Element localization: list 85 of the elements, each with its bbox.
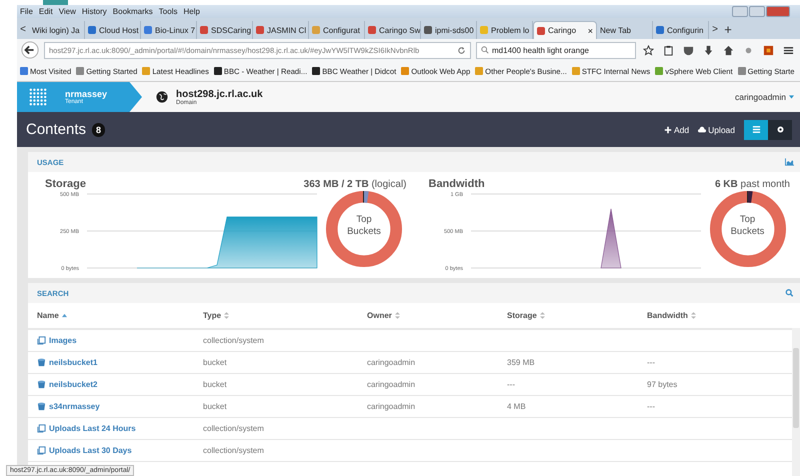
pocket-icon[interactable] <box>683 44 694 56</box>
table-cell-text: collection/system <box>203 446 265 455</box>
addon-icon[interactable] <box>763 44 774 56</box>
list-view-button[interactable] <box>744 120 768 140</box>
list-icon <box>752 125 760 134</box>
table-cell: 359 MB <box>507 358 535 367</box>
menu-item[interactable]: History <box>82 7 107 16</box>
item-link[interactable]: neilsbucket2 <box>37 380 203 389</box>
table-cell: --- <box>507 380 515 389</box>
sort-icon <box>224 312 230 319</box>
table-cell: --- <box>647 402 655 411</box>
settings-button[interactable] <box>768 120 792 140</box>
back-icon[interactable] <box>21 41 39 59</box>
item-link[interactable]: Uploads Last 30 Days <box>37 446 203 455</box>
menu-item[interactable]: File <box>20 7 33 16</box>
search-icon <box>481 46 489 54</box>
reload-icon[interactable] <box>457 46 466 54</box>
star-icon[interactable] <box>643 44 654 56</box>
table-cell-text: collection/system <box>203 336 265 345</box>
plus-icon <box>664 126 672 134</box>
table-cell-text: bucket <box>203 402 228 411</box>
home-icon[interactable] <box>723 44 734 56</box>
sort-ascending-icon <box>62 312 67 319</box>
browser-tab[interactable]: Caringo × <box>533 21 597 39</box>
menu-item[interactable]: Tools <box>158 7 178 16</box>
window-fragment <box>43 0 68 5</box>
menu-icon[interactable] <box>783 44 794 56</box>
add-button[interactable]: Add <box>664 124 690 134</box>
scroll-right-button[interactable]: > <box>709 21 721 39</box>
collection-icon <box>37 424 46 433</box>
bucket-icon <box>37 358 46 367</box>
donut-label: Top Buckets <box>730 214 766 239</box>
sort-icon <box>394 312 400 319</box>
bucket-icon <box>37 380 46 389</box>
sort-icon <box>690 312 696 319</box>
table-cell: 97 bytes <box>647 380 678 389</box>
cloud-icon <box>698 126 706 134</box>
item-link[interactable]: neilsbucket1 <box>37 358 203 367</box>
user-menu[interactable]: caringoadmin <box>734 92 794 102</box>
bucket-icon <box>37 402 46 411</box>
page-title: Contents <box>26 121 86 138</box>
scroll-left-button[interactable]: < <box>17 21 29 39</box>
clipboard-icon[interactable] <box>663 44 674 56</box>
scrollbar[interactable] <box>792 328 800 476</box>
usage-title: Bandwidth <box>428 178 485 190</box>
area-series <box>600 208 621 268</box>
table-cell: 4 MB <box>507 402 526 411</box>
donut-label: Top Buckets <box>346 214 382 239</box>
item-link[interactable]: Uploads Last 24 Hours <box>37 424 203 433</box>
settings-icon <box>776 125 784 134</box>
table-cell-text: collection/system <box>203 424 265 433</box>
search-icon[interactable] <box>785 289 794 297</box>
menu-item[interactable]: Edit <box>38 7 53 16</box>
column-header[interactable]: Type <box>203 311 367 320</box>
collection-icon <box>37 446 46 455</box>
menu-item[interactable]: Bookmarks <box>112 7 153 16</box>
collection-icon <box>37 336 46 345</box>
new-tab-button[interactable]: + <box>721 21 735 39</box>
globe-icon <box>156 91 168 103</box>
table-cell: caringoadmin <box>367 402 416 411</box>
menu-item[interactable]: View <box>58 7 76 16</box>
caret-icon <box>789 95 794 99</box>
table-cell-text: bucket <box>203 380 228 389</box>
table-cell-text: bucket <box>203 358 228 367</box>
usage-summary: 6 KB past month <box>714 179 790 190</box>
download-icon[interactable] <box>703 44 714 56</box>
column-header[interactable]: Owner <box>367 311 507 320</box>
domain-name[interactable]: host298.jc.rl.ac.uk <box>176 88 263 100</box>
chart-icon[interactable] <box>785 158 794 166</box>
table-cell: caringoadmin <box>367 380 416 389</box>
menu-item[interactable]: Help <box>183 7 200 16</box>
usage-title: Storage <box>45 178 86 190</box>
dots-logo-icon <box>29 88 47 106</box>
column-header[interactable]: Storage <box>507 311 647 320</box>
upload-button[interactable]: Upload <box>698 124 735 134</box>
item-link[interactable]: Images <box>37 336 203 345</box>
count-badge: 8 <box>92 122 106 136</box>
table-cell: --- <box>647 358 655 367</box>
usage-summary: 363 MB / 2 TB (logical) <box>304 179 406 190</box>
item-link[interactable]: s34nrmassey <box>37 402 203 411</box>
column-header[interactable]: Name <box>37 311 203 320</box>
search-field[interactable]: md1400 health light orange <box>476 42 636 58</box>
sort-icon <box>540 312 545 319</box>
table-cell: caringoadmin <box>367 358 416 367</box>
column-header[interactable]: Bandwidth <box>647 311 777 320</box>
